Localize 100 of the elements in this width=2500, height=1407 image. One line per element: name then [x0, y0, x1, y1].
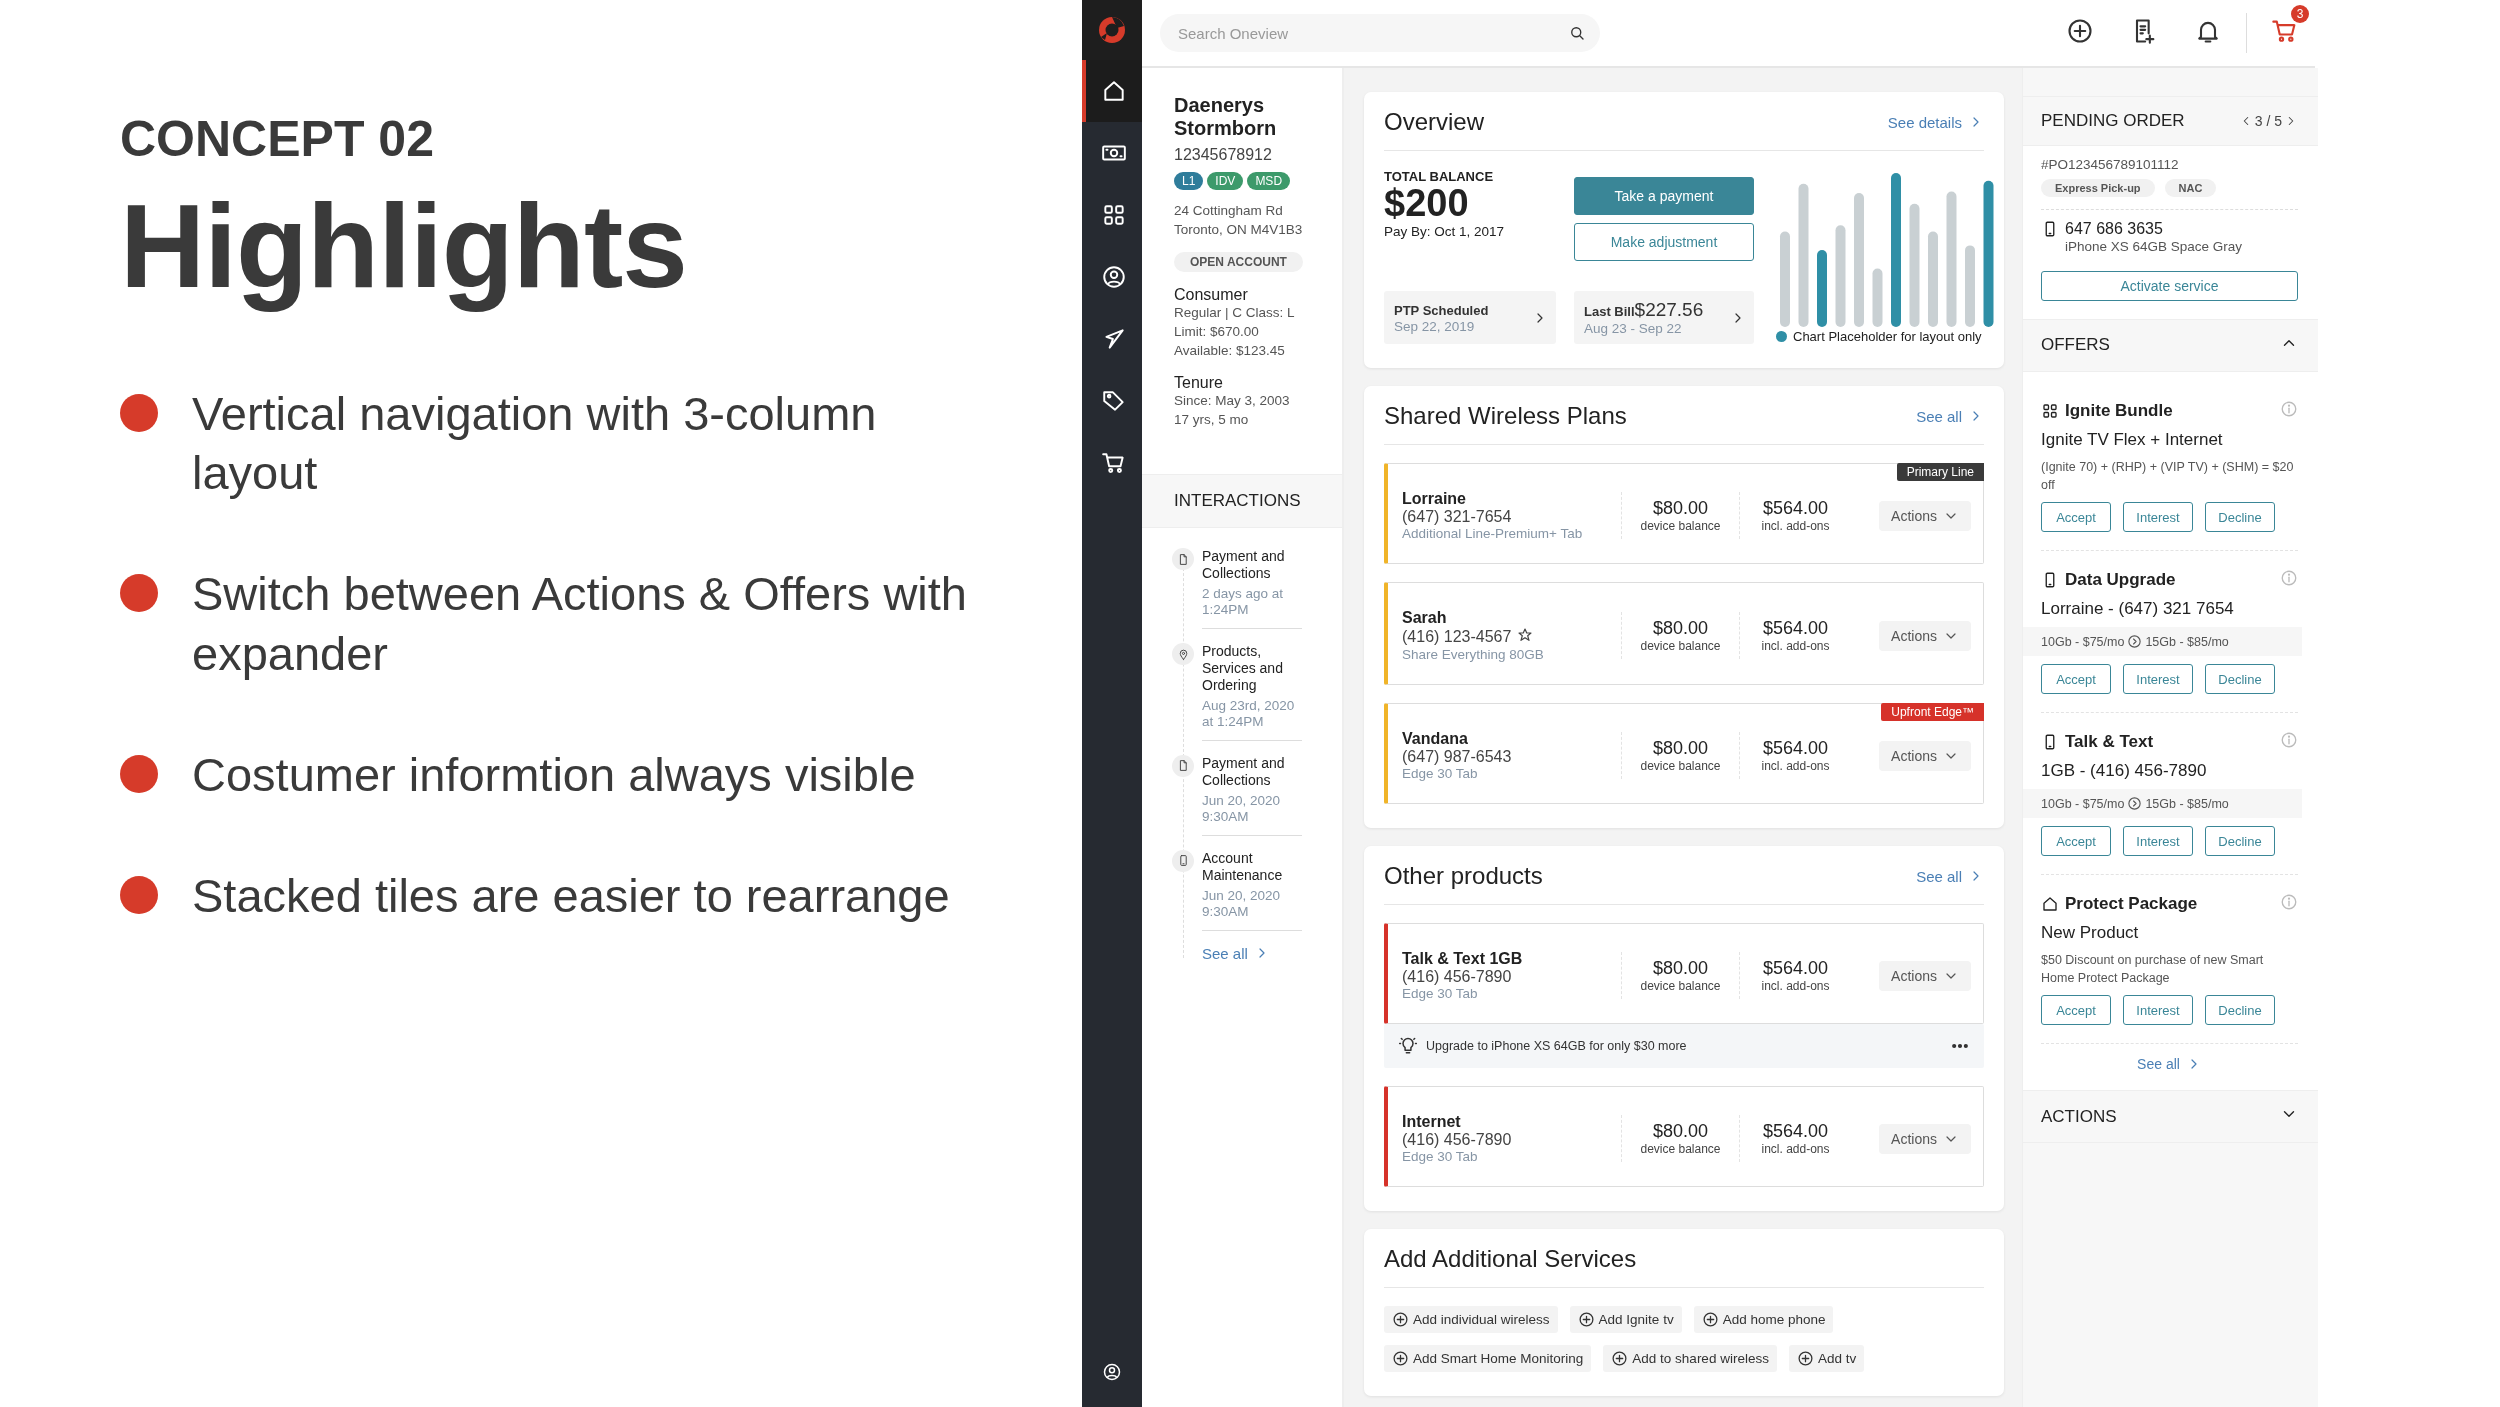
- phone-number: (416) 456-7890: [1402, 1131, 1512, 1149]
- offer-title: Protect Package: [2065, 894, 2199, 915]
- detail-line: 17 yrs, 5 mo: [1174, 411, 1250, 430]
- section-heading: Consumer: [1174, 285, 1249, 304]
- line-badge: Primary Line: [1896, 463, 1984, 481]
- card-title: Shared Wireless Plans: [1384, 402, 1627, 430]
- bullet-dot: [120, 394, 158, 432]
- arrow-right-circle-icon: [2127, 634, 2143, 650]
- balance-label: TOTAL BALANCE: [1384, 169, 1495, 184]
- add-service-button[interactable]: Add to shared wireless: [1603, 1345, 1777, 1372]
- add-service-button[interactable]: Add individual wireless: [1384, 1306, 1558, 1333]
- detail-line: Limit: $670.00: [1174, 322, 1260, 341]
- section-heading: ACTIONS: [2041, 1106, 2117, 1127]
- star-icon: [1517, 627, 1534, 643]
- action-button[interactable]: Take a payment: [1574, 177, 1754, 215]
- line-name: Internet: [1402, 1113, 1462, 1131]
- interaction-time: Aug 23rd, 2020 at 1:24PM: [1202, 697, 1296, 730]
- actions-dropdown[interactable]: Actions: [1879, 960, 1971, 991]
- amount-label: incl. add-ons: [1761, 979, 1830, 993]
- detail-line: Since: May 3, 2003: [1174, 392, 1291, 411]
- home-icon: [1101, 78, 1127, 104]
- nav-item[interactable]: [1082, 60, 1142, 122]
- interaction-time: Jun 20, 2020 9:30AM: [1202, 792, 1282, 825]
- see-details-link[interactable]: See details: [1887, 113, 1984, 131]
- plan-name: Edge 30 Tab: [1402, 986, 1479, 1001]
- logo-icon[interactable]: [1097, 15, 1127, 45]
- add-icon[interactable]: [2066, 17, 2094, 45]
- offer-button[interactable]: Decline: [2205, 826, 2275, 857]
- plan-from: 10Gb - $75/mo: [2041, 634, 2125, 649]
- legend-label: Chart Placeholder for layout only: [1793, 329, 1982, 344]
- billing-tile[interactable]: PTP Scheduled Sep 22, 2019: [1384, 291, 1556, 344]
- offer-button[interactable]: Interest: [2123, 664, 2193, 695]
- offer-button[interactable]: Decline: [2205, 664, 2275, 695]
- interaction-title: Payment and Collections: [1202, 754, 1286, 789]
- amount-label: device balance: [1640, 1142, 1721, 1156]
- offer-button[interactable]: Accept: [2041, 826, 2111, 857]
- add-icon: [1611, 1350, 1629, 1367]
- see-all-link[interactable]: See all: [1916, 407, 1984, 425]
- address-line: Toronto, ON M4V1B3: [1174, 220, 1304, 239]
- action-button[interactable]: Make adjustment: [1574, 223, 1754, 261]
- amount-label: incl. add-ons: [1761, 639, 1830, 653]
- grid-icon: [1101, 202, 1127, 228]
- amount: $80.00: [1652, 1121, 1709, 1142]
- interaction-title: Account Maintenance: [1202, 849, 1284, 884]
- line-name: Lorraine: [1402, 490, 1467, 508]
- offer-button[interactable]: Interest: [2123, 826, 2193, 857]
- offer-button[interactable]: Decline: [2205, 502, 2275, 533]
- bullet-dot: [120, 876, 158, 915]
- search-field[interactable]: Search Oneview: [1160, 14, 1600, 52]
- account-status-badge: OPEN ACCOUNT: [1174, 251, 1303, 272]
- slide-title: Highlights: [120, 179, 688, 314]
- offer-button[interactable]: Interest: [2123, 995, 2193, 1026]
- amount: $564.00: [1762, 738, 1829, 759]
- offer-button[interactable]: Accept: [2041, 664, 2111, 695]
- billing-tile[interactable]: Last Bill$227.56 Aug 23 - Sep 22: [1574, 291, 1754, 344]
- actions-dropdown[interactable]: Actions: [1879, 740, 1971, 771]
- offer-button[interactable]: Accept: [2041, 995, 2111, 1026]
- offer-button[interactable]: Interest: [2123, 502, 2193, 533]
- offer-detail: (Ignite 70) + (RHP) + (VIP TV) + (SHM) = $20 off: [2041, 458, 2295, 494]
- arrow-right-circle-icon: [2127, 796, 2143, 812]
- offer-title: Ignite Bundle: [2065, 400, 2174, 421]
- offer-button[interactable]: Accept: [2041, 502, 2111, 533]
- actions-dropdown[interactable]: Actions: [1879, 1123, 1971, 1154]
- offer-subtitle: 1GB - (416) 456-7890: [2041, 761, 2208, 782]
- actions-dropdown[interactable]: Actions: [1879, 620, 1971, 651]
- amount-label: incl. add-ons: [1761, 519, 1830, 533]
- add-icon: [1392, 1311, 1409, 1328]
- plan-name: Share Everything 80GB: [1402, 647, 1545, 662]
- amount: $564.00: [1762, 1121, 1829, 1142]
- add-service-button[interactable]: Add tv: [1788, 1345, 1865, 1372]
- see-all-link[interactable]: See all: [1916, 867, 1984, 885]
- bullet-dot: [120, 574, 158, 613]
- device-name: iPhone XS 64GB Space Gray: [2065, 237, 2243, 256]
- phone-number: (647) 987-6543: [1402, 748, 1512, 766]
- add-icon: [1701, 1311, 1719, 1328]
- actions-dropdown[interactable]: Actions: [1879, 500, 1971, 531]
- see-all-link[interactable]: See all: [1202, 944, 1332, 962]
- add-service-button[interactable]: Add Smart Home Monitoring: [1384, 1345, 1592, 1372]
- section-heading: INTERACTIONS: [1174, 491, 1301, 511]
- amount: $80.00: [1652, 498, 1709, 519]
- detail-line: Regular | C Class: L: [1174, 303, 1296, 322]
- profile-icon[interactable]: [1102, 1362, 1122, 1382]
- offer-button[interactable]: Decline: [2205, 995, 2275, 1026]
- offer-subtitle: Lorraine - (647) 321 7654: [2041, 599, 2235, 620]
- activate-service-button[interactable]: Activate service: [2041, 270, 2298, 301]
- amount-label: incl. add-ons: [1761, 759, 1830, 773]
- add-service-button[interactable]: Add Ignite tv: [1569, 1306, 1682, 1333]
- bullet-text: Stacked tiles are easier to rearrange: [192, 868, 951, 925]
- interaction-time: Jun 20, 2020 9:30AM: [1202, 887, 1282, 920]
- offer-title: Talk & Text: [2065, 732, 2155, 753]
- amount: $564.00: [1762, 958, 1829, 979]
- offer-detail: $50 Discount on purchase of new Smart Home Protect Package: [2041, 952, 2265, 988]
- amount: $80.00: [1652, 618, 1709, 639]
- bullet-text: Vertical navigation with 3-column layout: [192, 386, 878, 502]
- amount-label: device balance: [1640, 759, 1721, 773]
- see-all-link[interactable]: See all: [2137, 1056, 2202, 1073]
- cart-icon: [1101, 450, 1127, 476]
- add-service-button[interactable]: Add home phone: [1693, 1306, 1834, 1333]
- search-icon: [1568, 24, 1586, 42]
- order-tag: NAC: [2164, 178, 2217, 197]
